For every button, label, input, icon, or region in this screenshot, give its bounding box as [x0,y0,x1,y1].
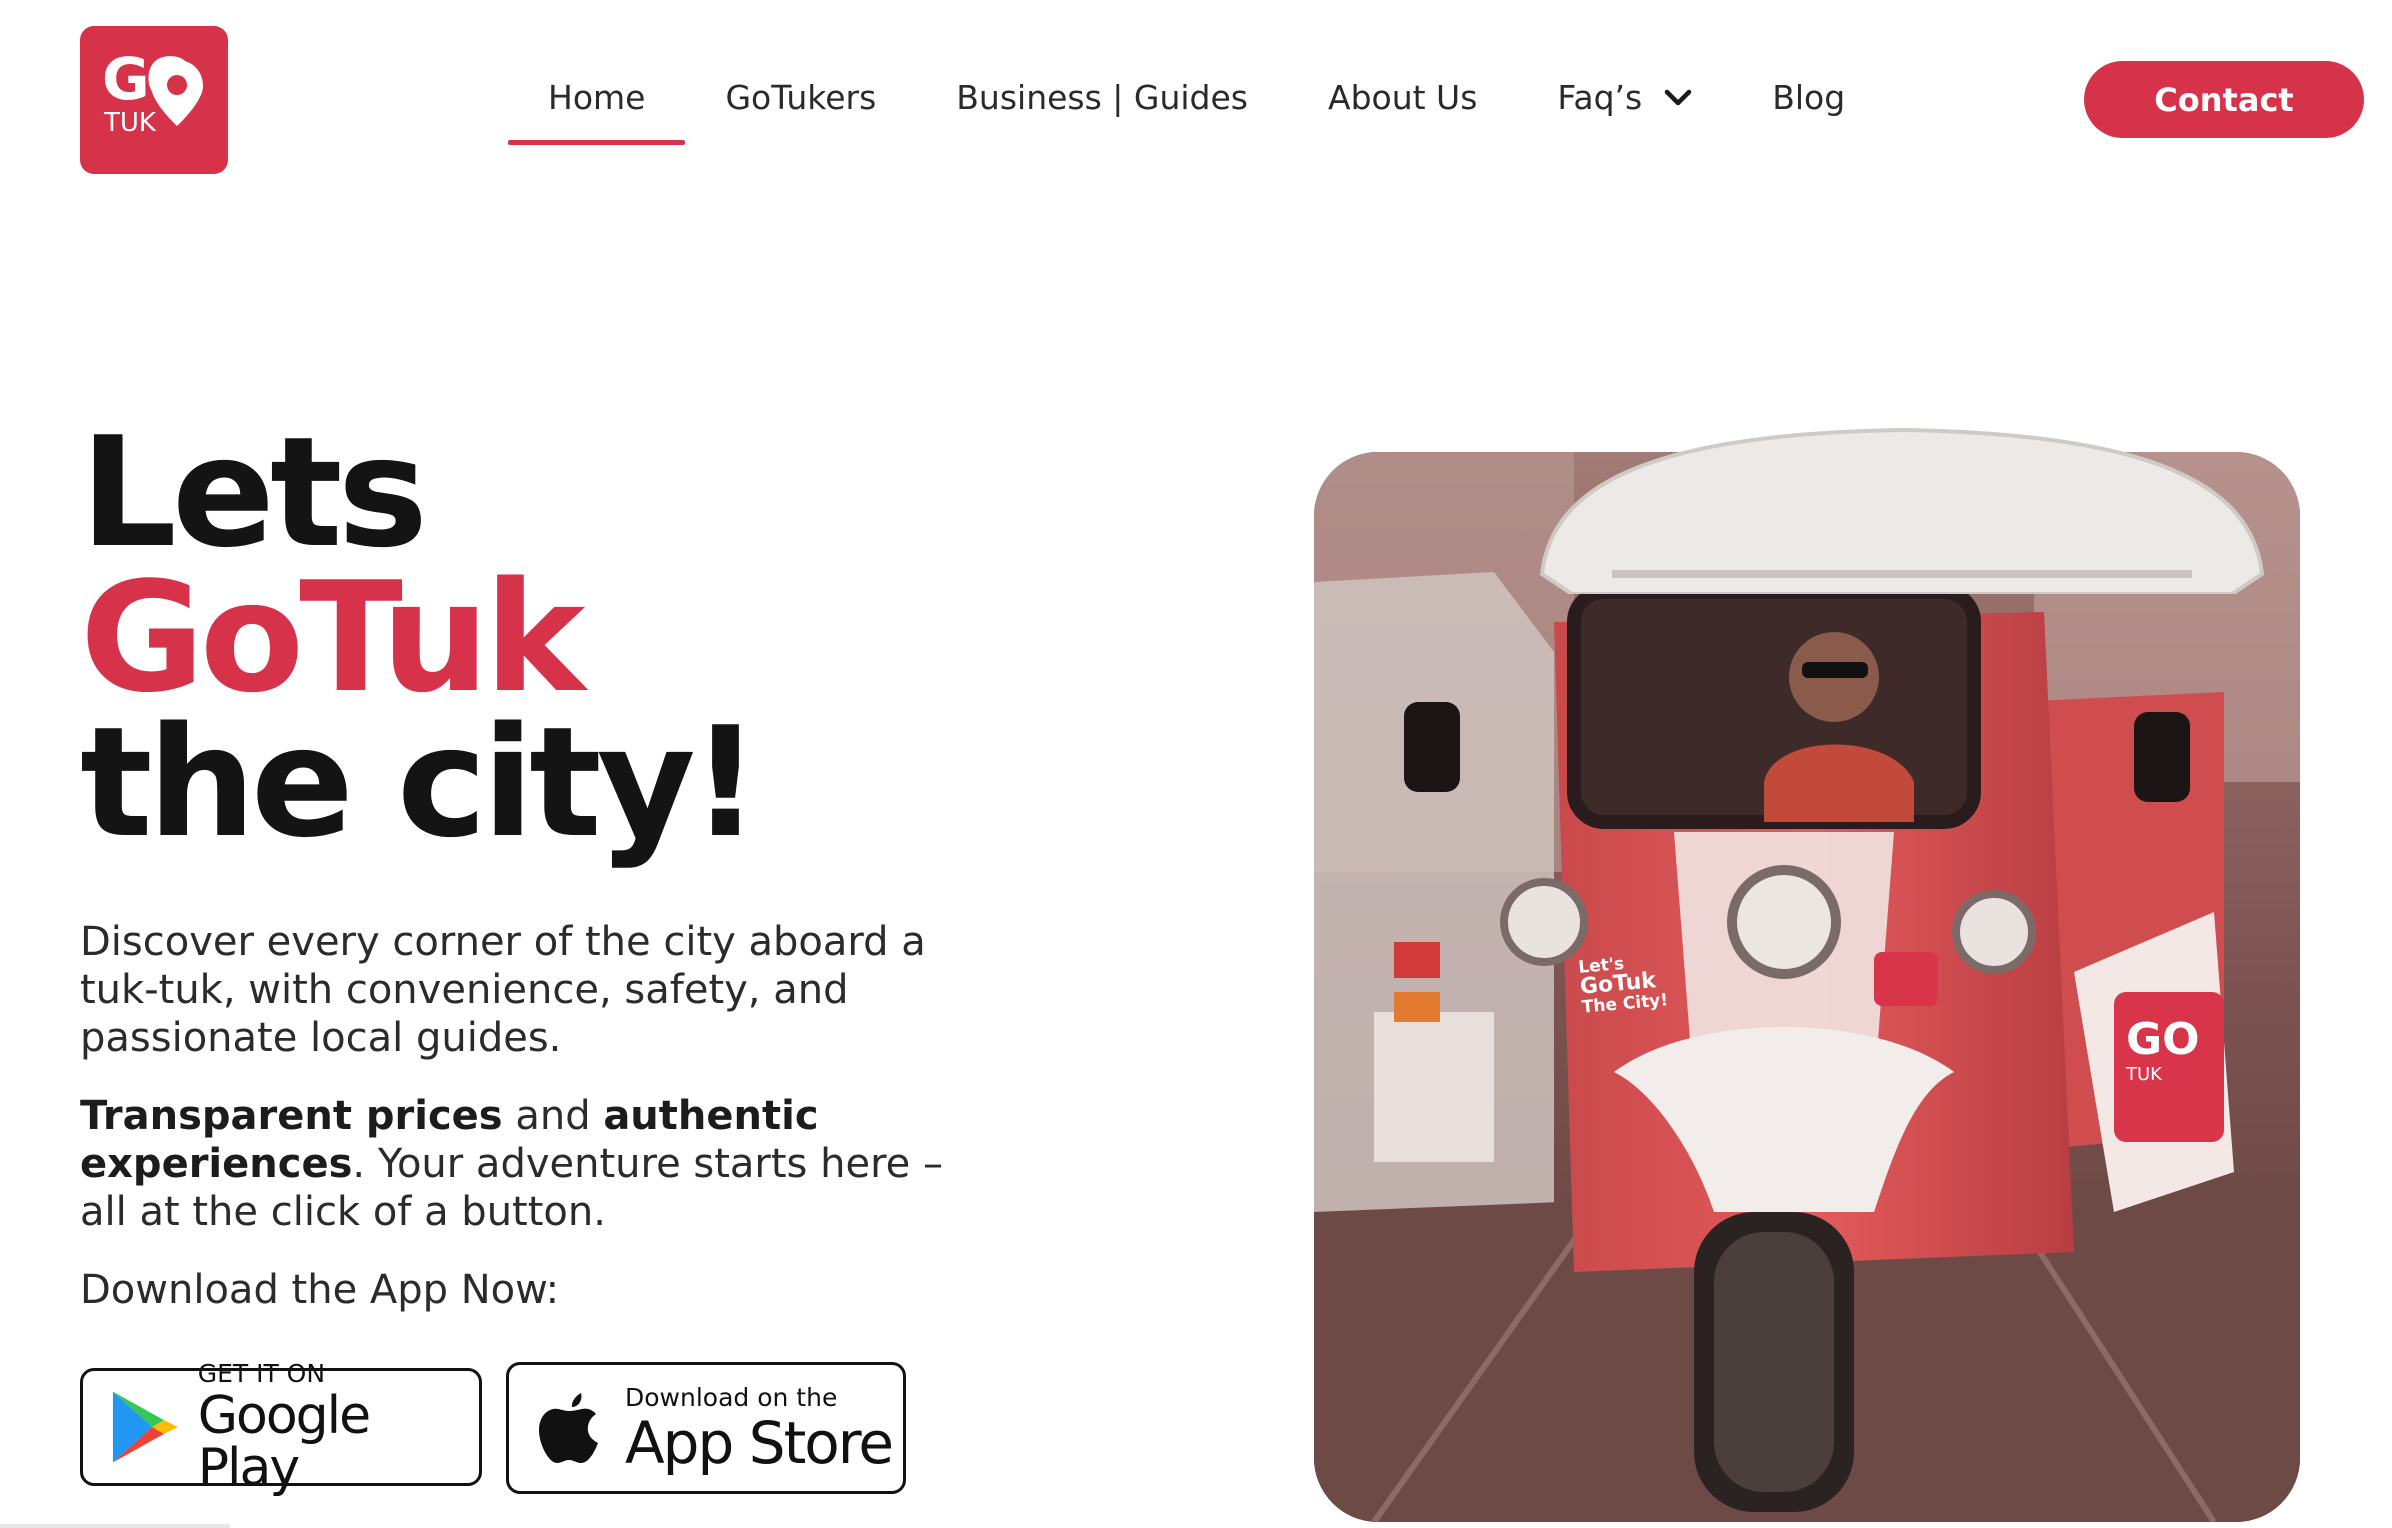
gotuk-logo[interactable]: GO TUK [80,26,228,174]
main-navigation: Home GoTukers Business | Guides About Us… [508,72,1885,145]
google-play-small-text: GET IT ON [197,1358,326,1388]
chevron-down-icon [1664,89,1692,105]
google-play-button[interactable]: GET IT ON Google Play [80,1361,482,1494]
nav-business-guides[interactable]: Business | Guides [916,72,1288,145]
contact-button[interactable]: Contact [2084,61,2364,138]
tuk-side-logo-bottom: TUK [2126,1064,2162,1085]
tuktuk-canopy [1539,427,2265,594]
p2-connector: and [502,1093,604,1139]
download-label: Download the App Now: [80,1267,560,1313]
nav-blog[interactable]: Blog [1732,72,1885,145]
hero-title-line3: the city! [80,694,760,871]
hero-title-line2: GoTuk [80,549,585,726]
app-store-small-text: Download on the [625,1382,838,1412]
google-play-icon [112,1391,178,1463]
bold-transparent-prices: Transparent prices [80,1093,503,1139]
logo-text-tuk: TUK [104,108,156,138]
nav-gotukers[interactable]: GoTukers [685,72,916,145]
nav-faqs[interactable]: Faq’s [1517,72,1732,145]
hero-description: Discover every corner of the city aboard… [80,919,926,1061]
bottom-divider [0,1524,230,1528]
tuk-slogan: Let's GoTuk The City! [1578,950,1669,1018]
nav-about-us[interactable]: About Us [1288,72,1517,145]
app-store-button[interactable]: Download on the App Store [506,1362,906,1494]
google-play-big-text: Google Play [197,1385,371,1498]
nav-faqs-label: Faq’s [1557,78,1643,117]
hero-value-proposition: Transparent prices and authentic experie… [80,1092,980,1236]
app-store-big-text: App Store [625,1408,894,1477]
location-pin-icon [151,60,203,126]
apple-icon [539,1393,598,1463]
hero-title: Lets GoTuk the city! [80,404,760,871]
tuktuk-illustration [1314,452,2300,1522]
hero-title-line1: Lets [80,404,428,581]
tuk-side-logo: GO TUK [2126,1018,2200,1084]
tuk-side-logo-top: GO [2126,1014,2200,1065]
hero-tuktuk-photo: Let's GoTuk The City! GO TUK [1314,452,2300,1522]
nav-home[interactable]: Home [508,72,686,145]
